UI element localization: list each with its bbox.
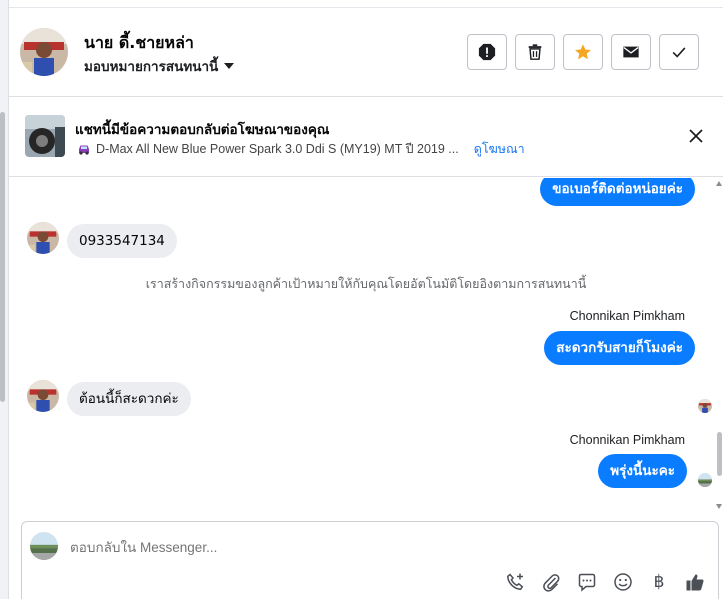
contact-avatar[interactable] <box>20 28 68 76</box>
reply-input[interactable] <box>70 540 570 555</box>
contact-avatar-small <box>27 222 59 254</box>
message-thread: ขอเบอร์ติดต่อหน่อยค่ะ 0933547134 เราสร้า… <box>9 178 723 512</box>
incoming-message[interactable]: ต้อนนี้ก็สะดวกค่ะ <box>67 382 191 416</box>
check-icon <box>672 47 686 58</box>
like-icon <box>686 574 704 591</box>
like-button[interactable] <box>684 571 706 593</box>
view-ad-link[interactable]: ดูโฆษณา <box>474 139 525 159</box>
star-icon <box>575 44 591 60</box>
ad-banner-title: แชทนี้มีข้อความตอบกลับต่อโฆษณาของคุณ <box>75 122 330 138</box>
ad-reply-banner: แชทนี้มีข้อความตอบกลับต่อโฆษณาของคุณ D-M… <box>9 97 723 177</box>
contact-avatar-small <box>27 380 59 412</box>
outgoing-message[interactable]: สะดวกรับสายก็โมงค่ะ <box>544 331 695 365</box>
page-avatar <box>30 532 58 560</box>
attach-button[interactable] <box>540 571 562 593</box>
assign-conversation-dropdown[interactable]: มอบหมายการสนทนานี้ <box>84 55 235 77</box>
composer-toolbar: ฿ <box>504 571 706 593</box>
attachment-icon <box>543 574 560 592</box>
call-add-button[interactable] <box>504 571 526 593</box>
mail-button[interactable] <box>611 34 651 70</box>
assign-label: มอบหมายการสนทนานี้ <box>84 59 219 75</box>
outgoing-message[interactable]: ขอเบอร์ติดต่อหน่อยค่ะ <box>540 178 695 206</box>
caret-down-icon <box>224 63 235 69</box>
conversation-header: นาย ดี้.ชายหล่า มอบหมายการสนทนานี้ <box>9 8 723 97</box>
read-receipt-avatar <box>698 399 712 413</box>
emoji-icon <box>614 573 632 591</box>
sender-name: Chonnikan Pimkham <box>569 433 685 447</box>
sender-name: Chonnikan Pimkham <box>569 309 685 323</box>
header-actions <box>467 34 699 70</box>
close-icon[interactable] <box>687 127 705 145</box>
saved-reply-icon <box>578 573 596 592</box>
system-notice: เราสร้างกิจกรรมของลูกค้าเป้าหมายให้กับคุ… <box>145 276 587 291</box>
car-icon <box>79 145 89 155</box>
left-scrollbar-thumb[interactable] <box>0 112 5 402</box>
top-divider <box>9 0 723 8</box>
trash-icon <box>528 44 542 60</box>
saved-reply-button[interactable] <box>576 571 598 593</box>
report-icon <box>478 43 496 61</box>
delete-button[interactable] <box>515 34 555 70</box>
mark-done-button[interactable] <box>659 34 699 70</box>
call-add-icon <box>507 573 524 590</box>
outgoing-message[interactable]: พรุ่งนี้นะคะ <box>598 454 687 488</box>
mail-icon <box>623 46 639 58</box>
contact-name[interactable]: นาย ดี้.ชายหล่า <box>84 31 194 56</box>
report-button[interactable] <box>467 34 507 70</box>
ad-car-description: D-Max All New Blue Power Spark 3.0 Ddi S… <box>96 142 459 156</box>
star-button[interactable] <box>563 34 603 70</box>
thread-scrollbar-thumb[interactable] <box>717 432 722 476</box>
reply-composer: ฿ <box>21 521 719 599</box>
ad-description-line: D-Max All New Blue Power Spark 3.0 Ddi S… <box>77 139 525 159</box>
ad-thumbnail[interactable] <box>25 115 65 157</box>
incoming-message[interactable]: 0933547134 <box>67 224 177 258</box>
sender-avatar-small <box>698 473 712 487</box>
emoji-button[interactable] <box>612 571 634 593</box>
baht-icon[interactable]: ฿ <box>648 571 670 593</box>
